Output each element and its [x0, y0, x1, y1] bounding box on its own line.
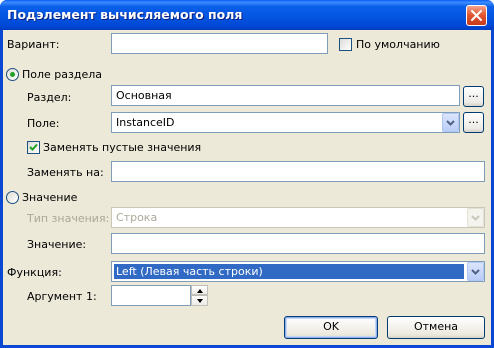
- field-combobox[interactable]: InstanceID: [111, 112, 460, 133]
- field-section-radio-label: Поле раздела: [22, 68, 103, 81]
- cancel-button[interactable]: Отмена: [387, 316, 485, 339]
- chevron-down-icon: [446, 120, 455, 126]
- argument1-label: Аргумент 1:: [27, 290, 97, 303]
- variant-label: Вариант:: [7, 38, 60, 51]
- arrow-down-icon: [197, 299, 203, 303]
- function-dropdown-button[interactable]: [467, 262, 484, 281]
- value-label: Значение:: [27, 238, 87, 251]
- arrow-up-icon: [197, 289, 203, 293]
- close-button[interactable]: [466, 5, 487, 26]
- window-title: Подэлемент вычисляемого поля: [7, 7, 243, 22]
- value-radio[interactable]: [6, 191, 19, 204]
- value-radio-label: Значение: [22, 191, 78, 204]
- field-dropdown-button[interactable]: [442, 113, 459, 132]
- dialog-window: Подэлемент вычисляемого поля Вариант: По…: [0, 0, 494, 348]
- chevron-down-icon: [471, 269, 480, 275]
- default-checkbox[interactable]: [339, 38, 352, 51]
- function-label: Функция:: [7, 266, 62, 279]
- value-type-value: Строка: [116, 211, 158, 224]
- field-section-radio[interactable]: [6, 68, 19, 81]
- radio-selected-dot: [10, 72, 15, 77]
- value-type-dropdown-button[interactable]: [467, 208, 484, 227]
- spinner-down-button[interactable]: [191, 295, 208, 306]
- replace-with-label: Заменять на:: [27, 166, 104, 179]
- function-selected-value: Left (Левая часть строки): [114, 264, 464, 279]
- section-browse-button[interactable]: ...: [463, 86, 484, 107]
- function-combobox[interactable]: Left (Левая часть строки): [111, 261, 485, 282]
- value-type-combobox[interactable]: Строка: [111, 207, 485, 228]
- replace-with-input[interactable]: [111, 161, 485, 182]
- title-bar[interactable]: Подэлемент вычисляемого поля: [0, 0, 494, 30]
- field-browse-button[interactable]: ...: [463, 112, 484, 133]
- replace-empty-checkbox[interactable]: [27, 141, 40, 154]
- close-icon: [471, 10, 482, 21]
- chevron-down-icon: [471, 215, 480, 221]
- argument1-spinner[interactable]: [191, 285, 208, 306]
- spinner-up-button[interactable]: [191, 285, 208, 295]
- field-combobox-value: InstanceID: [116, 116, 175, 129]
- default-checkbox-label: По умолчанию: [356, 38, 440, 51]
- section-label: Раздел:: [27, 91, 72, 104]
- value-type-label: Тип значения:: [27, 212, 110, 225]
- dialog-body: Вариант: По умолчанию Поле раздела Разде…: [3, 30, 491, 345]
- field-label: Поле:: [27, 117, 60, 130]
- argument1-input[interactable]: [111, 285, 191, 306]
- checkmark-icon: [29, 143, 38, 151]
- value-input[interactable]: [111, 233, 485, 254]
- section-input[interactable]: Основная: [111, 85, 460, 106]
- variant-input[interactable]: [111, 33, 328, 54]
- ok-button[interactable]: OK: [284, 316, 378, 339]
- replace-empty-label: Заменять пустые значения: [43, 141, 202, 154]
